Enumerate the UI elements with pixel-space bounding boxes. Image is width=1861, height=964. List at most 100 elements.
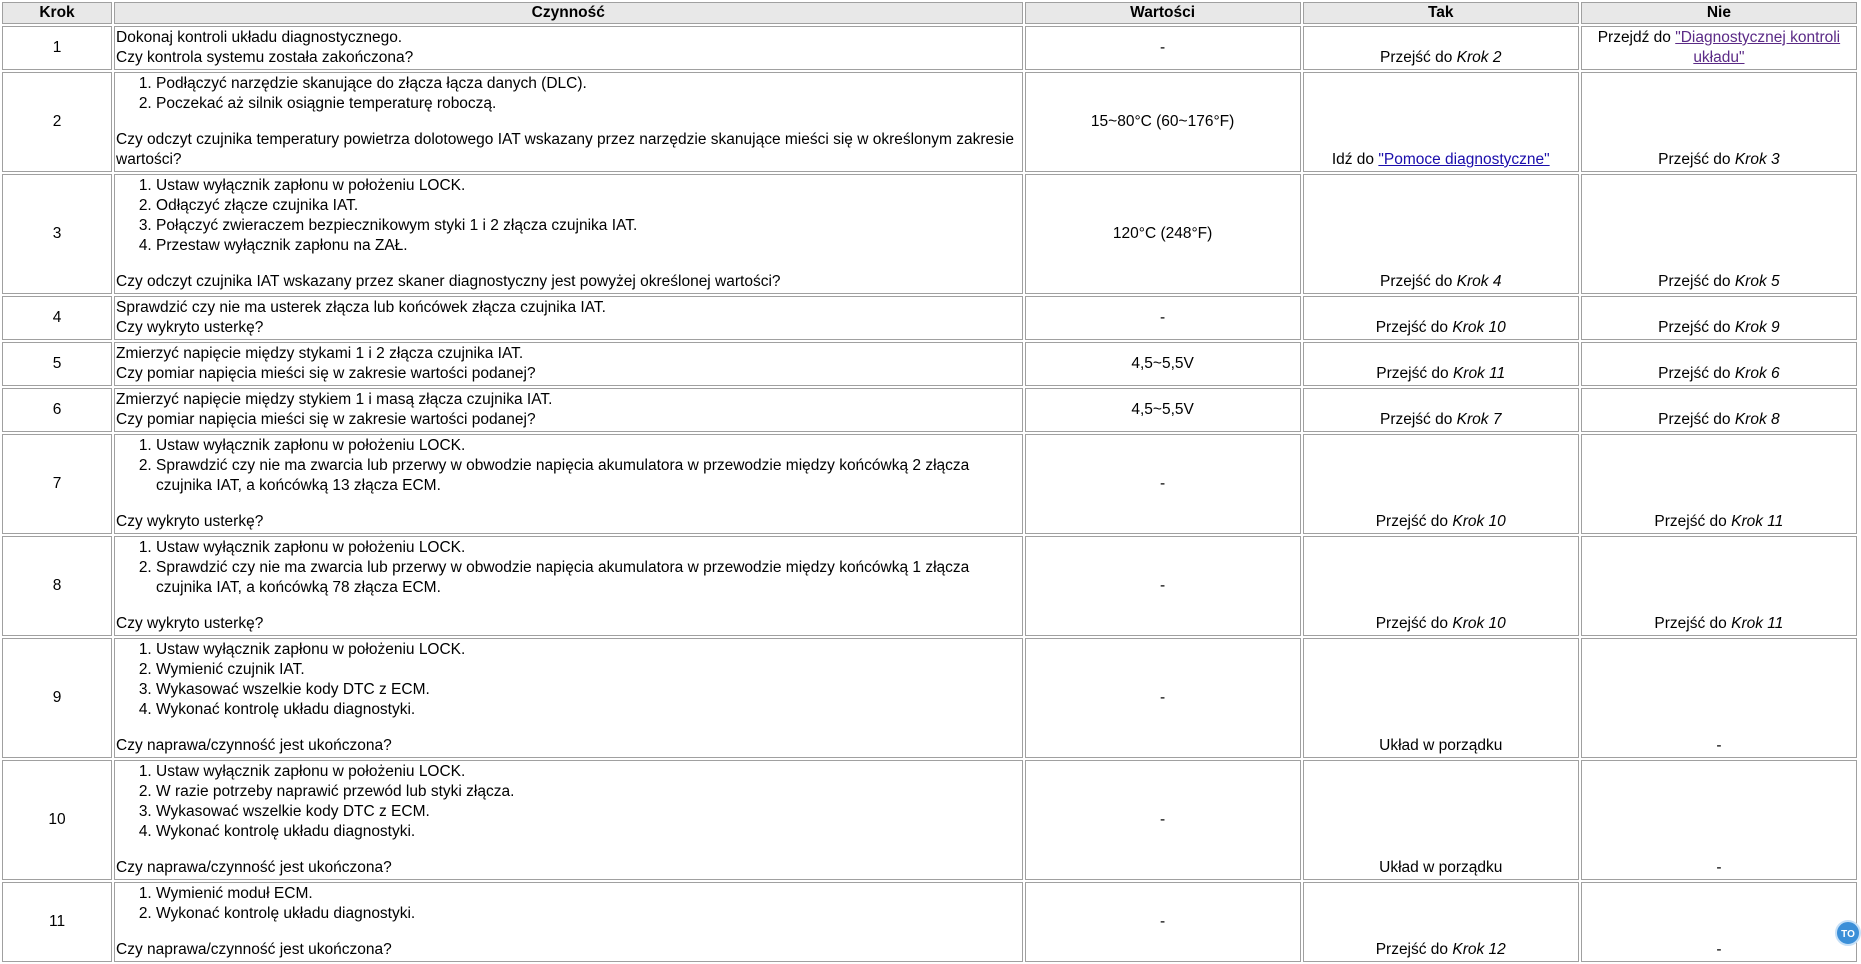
table-row: 5 Zmierzyć napięcie między stykami 1 i 2 … (2, 342, 1857, 386)
header-row: Krok Czynność Wartości Tak Nie (2, 2, 1857, 24)
tak-action: Układ w porządku (1302, 760, 1579, 880)
step-question: Czy naprawa/czynność jest ukończona? (116, 737, 392, 754)
instruction-item: Wykasować wszelkie kody DTC z ECM. (156, 680, 1020, 700)
table-row: 10 Ustaw wyłącznik zapłonu w położeniu LO… (2, 760, 1857, 880)
instruction-item: Ustaw wyłącznik zapłonu w położeniu LOCK… (156, 640, 1020, 660)
step-number: 3 (2, 174, 113, 294)
goto-label: Przejść do (1376, 365, 1449, 382)
header-czynnosc: Czynność (114, 2, 1023, 24)
step-reference: Krok 2 (1456, 49, 1502, 66)
step-number: 8 (2, 536, 113, 636)
tak-action: Układ w porządku (1302, 638, 1579, 758)
nie-action: Przejść do Krok 6 (1580, 342, 1857, 386)
step-question: Czy odczyt czujnika temperatury powietrz… (116, 131, 1014, 168)
nie-action: Przejść do Krok 11 (1580, 536, 1857, 636)
header-nie: Nie (1580, 2, 1857, 24)
instruction-item: Wykasować wszelkie kody DTC z ECM. (156, 802, 1020, 822)
step-reference: Krok 10 (1452, 615, 1506, 632)
step-number: 9 (2, 638, 113, 758)
tak-action: Idź do "Pomoce diagnostyczne" (1302, 72, 1579, 172)
table-row: 8 Ustaw wyłącznik zapłonu w położeniu LOC… (2, 536, 1857, 636)
table-row: 6 Zmierzyć napięcie między stykiem 1 i ma… (2, 388, 1857, 432)
tak-action: Przejść do Krok 10 (1302, 296, 1579, 340)
nie-action: Przejść do Krok 11 (1580, 434, 1857, 534)
step-description: Dokonaj kontroli układu diagnostycznego.… (114, 26, 1023, 70)
goto-label: Przejść do (1658, 411, 1731, 428)
instruction-line: Sprawdzić czy nie ma usterek złącza lub … (116, 299, 606, 316)
nie-action: - (1580, 882, 1857, 962)
step-description: Podłączyć narzędzie skanujące do złącza … (114, 72, 1023, 172)
step-reference: Krok 11 (1452, 365, 1506, 382)
step-value: 120°C (248°F) (1024, 174, 1301, 294)
nie-action: Przejść do Krok 5 (1580, 174, 1857, 294)
table-body: 1 Dokonaj kontroli układu diagnostycznego… (2, 26, 1857, 962)
step-value: - (1024, 760, 1301, 880)
diagnostic-aids-link[interactable]: "Pomoce diagnostyczne" (1378, 151, 1549, 168)
step-value: - (1024, 296, 1301, 340)
step-value: 15~80°C (60~176°F) (1024, 72, 1301, 172)
step-question: Czy pomiar napięcia mieści się w zakresi… (116, 411, 536, 428)
instruction-list: Ustaw wyłącznik zapłonu w położeniu LOCK… (116, 640, 1020, 720)
header-krok: Krok (2, 2, 113, 24)
tak-action: Przejść do Krok 2 (1302, 26, 1579, 70)
step-question: Czy wykryto usterkę? (116, 319, 264, 336)
step-question: Czy wykryto usterkę? (116, 513, 264, 530)
goto-label: Przejdź do (1597, 29, 1671, 46)
diagnostic-system-check-link[interactable]: "Diagnostycznej kontroli układu" (1675, 29, 1840, 66)
goto-label: Przejść do (1654, 615, 1727, 632)
step-description: Ustaw wyłącznik zapłonu w położeniu LOCK… (114, 174, 1023, 294)
instruction-item: Ustaw wyłącznik zapłonu w położeniu LOCK… (156, 762, 1020, 782)
step-value: 4,5~5,5V (1024, 342, 1301, 386)
instruction-line: Dokonaj kontroli układu diagnostycznego. (116, 29, 403, 46)
step-question: Czy naprawa/czynność jest ukończona? (116, 859, 392, 876)
step-number: 6 (2, 388, 113, 432)
nie-action: Przejść do Krok 9 (1580, 296, 1857, 340)
nie-result-text: - (1716, 941, 1722, 958)
instruction-list: Ustaw wyłącznik zapłonu w położeniu LOCK… (116, 538, 1020, 598)
goto-label: Przejść do (1379, 411, 1453, 428)
nie-action: - (1580, 760, 1857, 880)
step-number: 10 (2, 760, 113, 880)
instruction-item: Podłączyć narzędzie skanujące do złącza … (156, 74, 1020, 94)
instruction-item: Ustaw wyłącznik zapłonu w położeniu LOCK… (156, 176, 1020, 196)
step-description: Sprawdzić czy nie ma usterek złącza lub … (114, 296, 1023, 340)
step-number: 11 (2, 882, 113, 962)
goto-label: Przejść do (1379, 49, 1453, 66)
instruction-line: Zmierzyć napięcie między stykami 1 i 2 z… (116, 345, 524, 362)
step-reference: Krok 9 (1734, 319, 1780, 336)
instruction-item: Ustaw wyłącznik zapłonu w położeniu LOCK… (156, 538, 1020, 558)
goto-label: Przejść do (1658, 151, 1731, 168)
instruction-item: Wykonać kontrolę układu diagnostyki. (156, 700, 1020, 720)
step-reference: Krok 4 (1456, 273, 1502, 290)
diagnostic-table: Krok Czynność Wartości Tak Nie 1 Dokonaj … (0, 0, 1859, 964)
step-question: Czy pomiar napięcia mieści się w zakresi… (116, 365, 536, 382)
step-value: - (1024, 882, 1301, 962)
tak-result-text: Układ w porządku (1379, 859, 1503, 876)
instruction-list: Ustaw wyłącznik zapłonu w położeniu LOCK… (116, 436, 1020, 496)
instruction-item: Przestaw wyłącznik zapłonu na ZAŁ. (156, 236, 1020, 256)
step-value: - (1024, 638, 1301, 758)
tak-action: Przejść do Krok 10 (1302, 434, 1579, 534)
goto-label: Przejść do (1658, 273, 1731, 290)
scroll-to-top-button[interactable]: TO (1835, 920, 1861, 946)
step-number: 1 (2, 26, 113, 70)
step-description: Ustaw wyłącznik zapłonu w położeniu LOCK… (114, 434, 1023, 534)
nie-result-text: - (1716, 859, 1722, 876)
table-row: 11Wymienić moduł ECM.Wykonać kontrolę uk… (2, 882, 1857, 962)
step-reference: Krok 7 (1456, 411, 1502, 428)
step-reference: Krok 3 (1734, 151, 1780, 168)
step-number: 4 (2, 296, 113, 340)
instruction-item: Ustaw wyłącznik zapłonu w położeniu LOCK… (156, 436, 1020, 456)
step-reference: Krok 5 (1734, 273, 1780, 290)
step-reference: Krok 12 (1452, 941, 1506, 958)
goto-label: Przejść do (1375, 513, 1449, 530)
step-reference: Krok 10 (1452, 513, 1506, 530)
table-row: 4 Sprawdzić czy nie ma usterek złącza lub… (2, 296, 1857, 340)
tak-action: Przejść do Krok 4 (1302, 174, 1579, 294)
instruction-item: W razie potrzeby naprawić przewód lub st… (156, 782, 1020, 802)
goto-label: Przejść do (1375, 941, 1449, 958)
step-description: Wymienić moduł ECM.Wykonać kontrolę ukła… (114, 882, 1023, 962)
